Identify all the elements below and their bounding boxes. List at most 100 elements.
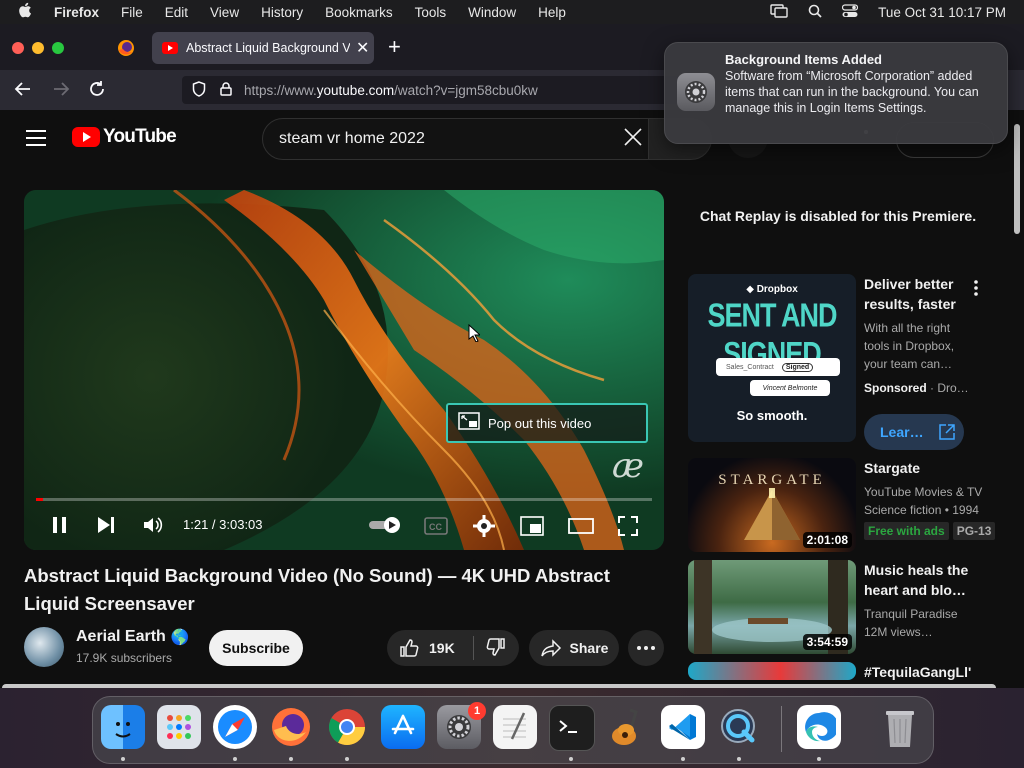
progress-played bbox=[36, 498, 43, 501]
tequila-thumbnail[interactable] bbox=[688, 662, 856, 680]
mouse-cursor-icon bbox=[468, 324, 480, 342]
ad-title[interactable]: Deliver better results, faster bbox=[864, 274, 964, 314]
learn-more-label: Lear… bbox=[880, 424, 924, 440]
share-button[interactable]: Share bbox=[529, 630, 619, 666]
channel-name-row: Aerial Earth 🌎 bbox=[76, 628, 190, 646]
learn-more-button[interactable]: Lear… bbox=[864, 414, 964, 450]
more-horizontal-icon bbox=[637, 646, 655, 650]
garageband-icon[interactable] bbox=[605, 705, 649, 749]
vscode-running-dot bbox=[681, 757, 685, 761]
clear-search-icon[interactable] bbox=[623, 127, 643, 152]
vertical-scrollbar[interactable] bbox=[1014, 124, 1020, 234]
stargate-duration: 2:01:08 bbox=[802, 532, 852, 548]
thumbs-down-icon bbox=[486, 637, 505, 656]
more-actions-button[interactable] bbox=[628, 630, 664, 666]
volume-icon[interactable] bbox=[142, 515, 164, 540]
firefox-view-icon[interactable] bbox=[116, 38, 136, 58]
captions-button[interactable]: CC bbox=[424, 517, 448, 540]
back-button[interactable] bbox=[14, 80, 32, 103]
screen-mirroring-icon[interactable] bbox=[770, 3, 788, 21]
edge-icon[interactable] bbox=[797, 705, 841, 749]
youtube-logo[interactable]: YouTube bbox=[72, 126, 177, 148]
apple-menu-icon[interactable] bbox=[18, 2, 32, 22]
chrome-icon[interactable] bbox=[325, 705, 369, 749]
tracking-shield-icon[interactable] bbox=[192, 80, 206, 100]
share-label: Share bbox=[569, 640, 609, 656]
spotlight-search-icon[interactable] bbox=[808, 4, 822, 21]
settings-gear-icon[interactable] bbox=[473, 515, 495, 542]
control-center-icon[interactable] bbox=[842, 3, 859, 21]
search-field[interactable]: steam vr home 2022 bbox=[262, 118, 650, 160]
music-video-thumbnail[interactable]: 3:54:59 bbox=[688, 560, 856, 654]
finder-icon[interactable] bbox=[101, 705, 145, 749]
pop-out-label: Pop out this video bbox=[488, 415, 592, 431]
music-video-views: 12M views… bbox=[864, 625, 933, 639]
ad-menu-icon[interactable] bbox=[974, 280, 978, 301]
dislike-button[interactable] bbox=[486, 637, 506, 660]
terminal-icon[interactable] bbox=[549, 705, 595, 751]
stargate-thumbnail[interactable]: STARGATE 2:01:08 bbox=[688, 458, 856, 552]
pop-out-video-button[interactable]: Pop out this video bbox=[446, 403, 648, 443]
channel-avatar[interactable] bbox=[24, 627, 64, 667]
tequila-title[interactable]: #TequilaGangLl' bbox=[864, 662, 994, 682]
video-player[interactable]: æ Pop out this video 1:21 / 3:03:03 CC bbox=[24, 190, 664, 550]
menu-app-firefox[interactable]: Firefox bbox=[54, 5, 99, 20]
subscribe-button[interactable]: Subscribe bbox=[209, 630, 303, 666]
svg-text:CC: CC bbox=[429, 522, 442, 532]
channel-watermark[interactable]: æ bbox=[612, 446, 644, 486]
next-button[interactable] bbox=[96, 516, 116, 539]
url-domain: youtube.com bbox=[316, 82, 395, 98]
globe-emoji: 🌎 bbox=[170, 629, 190, 646]
lock-icon[interactable] bbox=[220, 81, 232, 99]
music-video-title[interactable]: Music heals the heart and blo… bbox=[864, 560, 994, 600]
menu-tools[interactable]: Tools bbox=[415, 5, 447, 20]
rating-badge: PG-13 bbox=[952, 522, 996, 540]
window-minimize-button[interactable] bbox=[32, 42, 44, 54]
browser-tab-active[interactable]: Abstract Liquid Background Vid ✕ bbox=[152, 32, 374, 64]
textedit-icon[interactable] bbox=[493, 705, 537, 749]
notification-title: Background Items Added bbox=[725, 52, 882, 67]
notification-body: Software from “Microsoft Corporation” ad… bbox=[725, 69, 979, 115]
url-bar[interactable]: https://www.youtube.com/watch?v=jgm58cbu… bbox=[182, 76, 702, 104]
ad-thumbnail[interactable]: ◆ Dropbox SENT AND SIGNED Sales_Contract… bbox=[688, 274, 856, 442]
sponsored-label: Sponsored bbox=[864, 381, 927, 395]
progress-bar[interactable] bbox=[36, 498, 652, 501]
channel-name[interactable]: Aerial Earth bbox=[76, 628, 166, 646]
window-close-button[interactable] bbox=[12, 42, 24, 54]
search-input[interactable]: steam vr home 2022 bbox=[279, 130, 623, 148]
app-store-icon[interactable] bbox=[381, 705, 425, 749]
vscode-icon[interactable] bbox=[661, 705, 705, 749]
menu-file[interactable]: File bbox=[121, 5, 143, 20]
tab-close-icon[interactable]: ✕ bbox=[356, 38, 369, 58]
dropbox-logo-icon: ◆ bbox=[746, 284, 754, 295]
stargate-thumb-text: STARGATE bbox=[718, 472, 826, 488]
video-frame bbox=[24, 190, 664, 550]
autoplay-toggle[interactable] bbox=[368, 516, 404, 539]
safari-icon[interactable] bbox=[213, 705, 257, 749]
stargate-title[interactable]: Stargate bbox=[864, 458, 994, 478]
new-tab-button[interactable]: + bbox=[388, 34, 401, 60]
pyramid-icon bbox=[744, 488, 800, 540]
trash-icon[interactable] bbox=[878, 705, 922, 749]
firefox-dock-icon[interactable] bbox=[269, 705, 313, 749]
reload-button[interactable] bbox=[88, 80, 106, 103]
menu-help[interactable]: Help bbox=[538, 5, 566, 20]
theater-mode-button[interactable] bbox=[568, 518, 594, 539]
window-zoom-button[interactable] bbox=[52, 42, 64, 54]
fullscreen-button[interactable] bbox=[618, 516, 638, 541]
launchpad-icon[interactable] bbox=[157, 705, 201, 749]
background-items-notification[interactable]: Background Items Added Software from “Mi… bbox=[664, 42, 1008, 144]
menu-history[interactable]: History bbox=[261, 5, 303, 20]
menu-view[interactable]: View bbox=[210, 5, 239, 20]
miniplayer-button[interactable] bbox=[520, 516, 544, 541]
menu-window[interactable]: Window bbox=[468, 5, 516, 20]
tab-title: Abstract Liquid Background Vid bbox=[186, 41, 350, 55]
forward-button[interactable] bbox=[52, 80, 70, 103]
menu-edit[interactable]: Edit bbox=[165, 5, 188, 20]
quicktime-icon[interactable] bbox=[717, 705, 761, 749]
menu-bookmarks[interactable]: Bookmarks bbox=[325, 5, 393, 20]
like-button[interactable]: 19K bbox=[399, 638, 455, 658]
menubar-clock[interactable]: Tue Oct 31 10:17 PM bbox=[878, 5, 1006, 20]
hamburger-menu-icon[interactable] bbox=[26, 128, 46, 146]
pause-button[interactable] bbox=[52, 516, 68, 539]
